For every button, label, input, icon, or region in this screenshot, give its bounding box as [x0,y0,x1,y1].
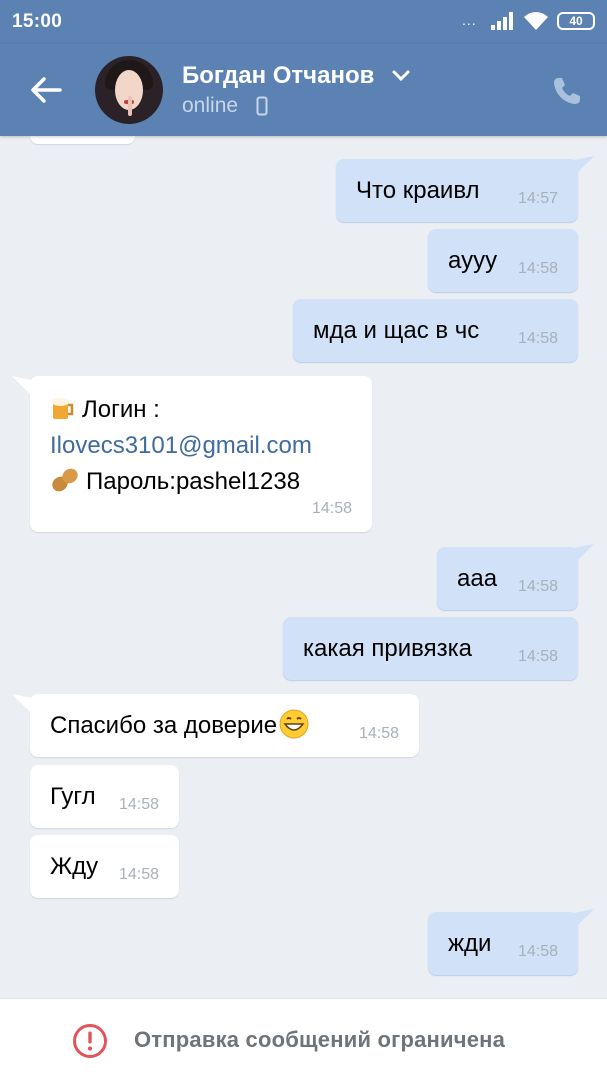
outgoing-message[interactable]: какая привязка 14:58 [283,617,578,680]
message-time: 14:58 [517,578,558,595]
previous-message-fragment [30,136,135,144]
bubble-tail [12,694,32,714]
password-line: Пароль:pashel1238 [50,467,300,497]
incoming-message[interactable]: Гугл 14:58 [30,765,179,828]
peanut-icon [52,468,78,492]
incoming-message[interactable]: Жду 14:58 [30,835,179,898]
outgoing-message[interactable]: мда и щас в чс 14:58 [293,299,578,362]
incoming-message[interactable]: Логин : Ilovecs3101@gmail.com Пароль:pas… [30,376,372,532]
bubble-tail [574,909,594,929]
message-time: 14:58 [517,943,558,960]
outgoing-message[interactable]: жди 14:58 [428,912,578,975]
incoming-message[interactable]: Спасибо за доверие 14:58 [30,694,419,757]
login-line: Логин : [50,395,160,425]
message-time: 14:58 [358,725,399,742]
chat-header: Богдан Отчанов online [0,44,607,136]
message-text: мда и щас в чс [313,317,480,344]
bubble-tail [574,544,594,564]
message-text: жди [448,930,492,957]
message-text: аууу [448,247,498,274]
back-arrow-icon[interactable] [26,70,66,110]
message-time: 14:58 [517,648,558,665]
message-time: 14:57 [517,190,558,207]
online-status: online [182,94,239,117]
battery-indicator: 40 [557,12,595,30]
outgoing-message[interactable]: Что краивл 14:57 [336,159,578,222]
message-text: Что краивл [356,177,480,204]
message-time: 14:58 [517,330,558,347]
message-text: Жду [50,853,99,880]
restriction-bar: Отправка сообщений ограничена [0,998,607,1080]
beer-mug-icon [52,398,74,419]
message-text: Гугл [50,783,96,810]
email-link[interactable]: Ilovecs3101@gmail.com [50,431,312,461]
message-time: 14:58 [118,866,159,883]
message-text: какая привязка [303,635,473,662]
message-text: ааа [457,565,498,592]
contact-name[interactable]: Богдан Отчанов [182,62,374,90]
message-text: Спасибо за доверие [50,709,309,741]
phone-icon[interactable] [550,74,584,108]
bubble-tail [12,376,32,396]
status-time: 15:00 [12,11,63,32]
signal-icon [491,12,513,30]
bubble-tail [574,156,594,176]
warning-circle-icon [73,1024,107,1058]
outgoing-message[interactable]: аууу 14:58 [428,229,578,292]
outgoing-message[interactable]: ааа 14:58 [437,547,578,610]
message-time: 14:58 [517,260,558,277]
avatar[interactable] [95,56,163,124]
restriction-message: Отправка сообщений ограничена [134,1027,506,1052]
status-bar: 15:00 ... 40 [0,0,607,44]
mobile-device-icon [256,96,268,116]
message-list[interactable]: Что краивл 14:57 аууу 14:58 мда и щас в … [0,136,607,998]
notification-dots: ... [462,12,477,28]
message-time: 14:58 [118,796,159,813]
message-time: 14:58 [311,500,352,517]
grinning-face-icon [279,709,309,739]
wifi-icon [524,12,548,30]
chevron-down-icon[interactable] [392,70,410,82]
